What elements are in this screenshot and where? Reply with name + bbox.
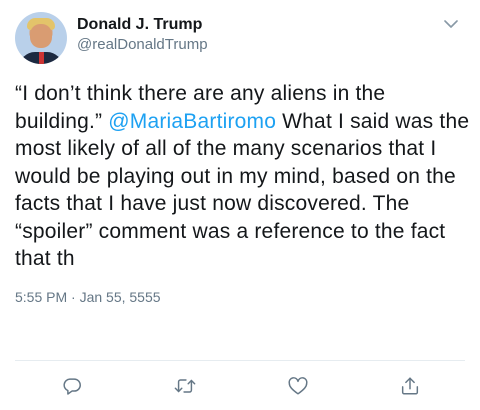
divider [15, 360, 465, 361]
user-handle[interactable]: @realDonaldTrump [77, 35, 441, 55]
heart-icon [287, 375, 309, 397]
action-bar [0, 372, 480, 400]
avatar-tie [39, 52, 44, 64]
mention-link[interactable]: @MariaBartiromo [108, 110, 276, 133]
user-names: Donald J. Trump @realDonaldTrump [77, 15, 441, 55]
retweet-button[interactable] [171, 372, 199, 400]
avatar-face [30, 24, 52, 48]
share-button[interactable] [396, 372, 424, 400]
like-button[interactable] [284, 372, 312, 400]
retweet-icon [173, 375, 197, 397]
share-icon [399, 375, 421, 397]
avatar[interactable] [15, 12, 67, 64]
tweet-card: Donald J. Trump @realDonaldTrump “I don’… [0, 0, 480, 410]
tweet-text-after: What I said was the most likely of all o… [15, 109, 470, 271]
reply-button[interactable] [58, 372, 86, 400]
tweet-timestamp[interactable]: 5:55 PM · Jan 55, 5555 [15, 287, 465, 307]
tweet-text: “I don’t think there are any aliens in t… [15, 80, 470, 273]
tweet-header: Donald J. Trump @realDonaldTrump [15, 10, 465, 66]
display-name[interactable]: Donald J. Trump [77, 15, 441, 35]
chevron-down-icon[interactable] [441, 14, 461, 34]
reply-icon [61, 375, 83, 397]
